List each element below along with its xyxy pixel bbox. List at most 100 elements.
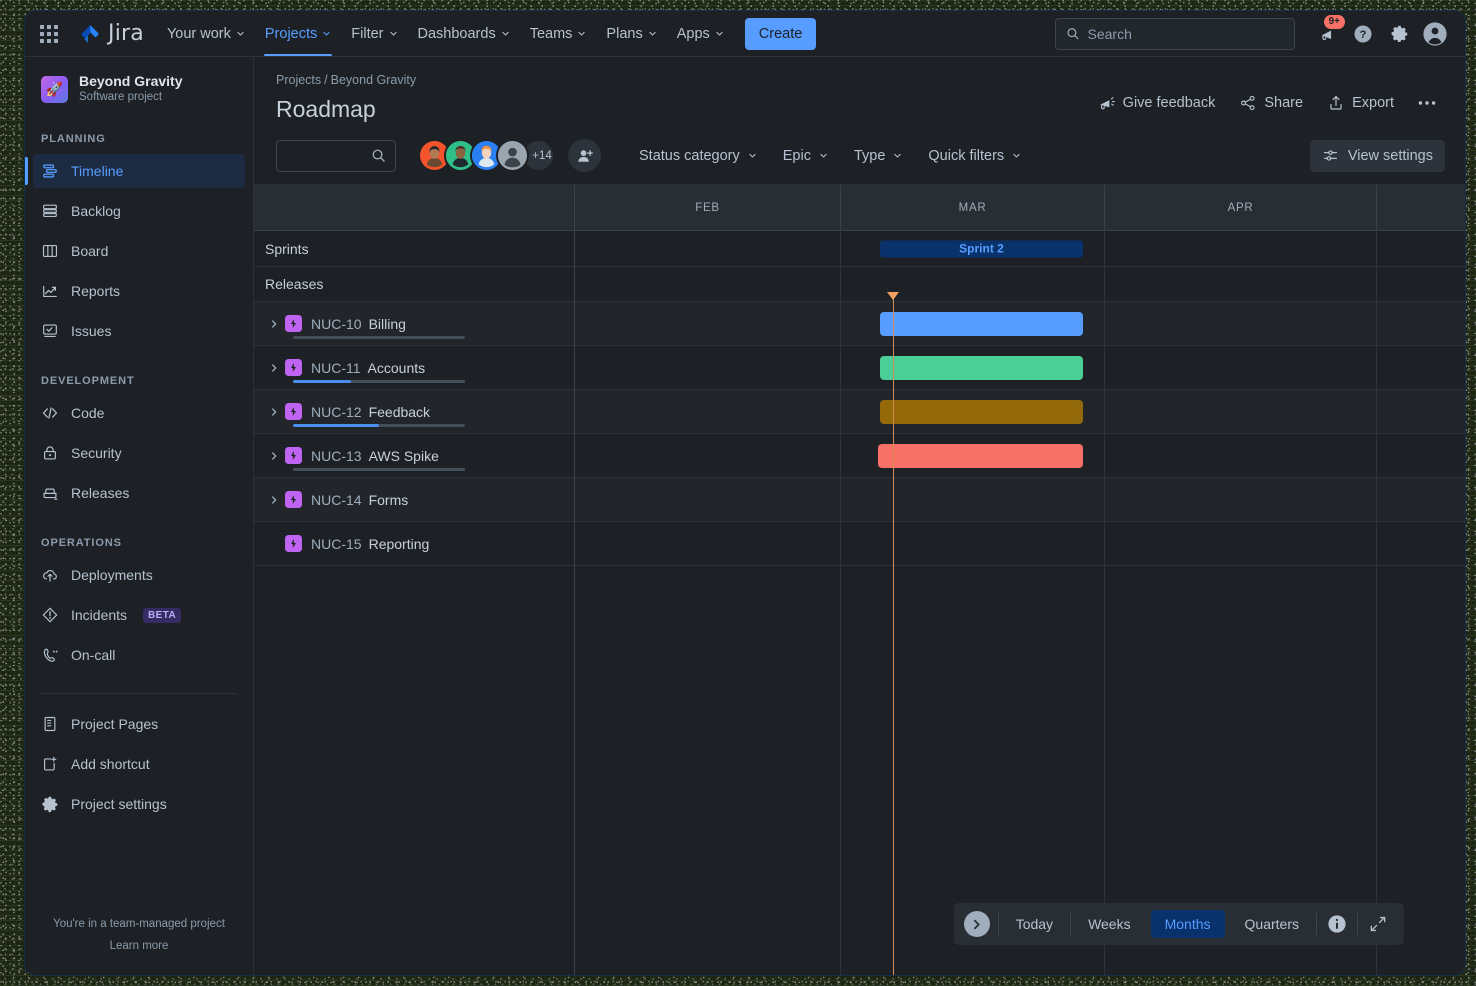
timeline-bar[interactable] [880, 400, 1083, 424]
timeline-bar[interactable] [880, 356, 1083, 380]
epic-row-track [575, 434, 1465, 477]
project-header[interactable]: 🚀 Beyond Gravity Software project [25, 71, 253, 105]
view-settings-button[interactable]: View settings [1310, 140, 1445, 172]
sidebar-item-project-settings[interactable]: Project settings [33, 787, 245, 821]
filter-quick-filters-label: Quick filters [928, 148, 1004, 164]
board-icon [41, 242, 59, 260]
sprint-bar[interactable]: Sprint 2 [880, 240, 1083, 257]
deployments-icon [41, 566, 59, 584]
settings-button[interactable] [1383, 18, 1415, 50]
fullscreen-button[interactable] [1365, 911, 1391, 937]
sidebar-item-backlog[interactable]: Backlog [33, 194, 245, 228]
timeline-header-left [254, 185, 575, 230]
epic-summary[interactable]: Accounts [368, 360, 426, 376]
global-navigation: Jira Your work Projects Filter Dashboard… [25, 11, 1465, 57]
zoom-quarters-button[interactable]: Quarters [1231, 910, 1313, 938]
sidebar-item-timeline[interactable]: Timeline [33, 154, 245, 188]
sidebar-item-add-shortcut[interactable]: Add shortcut [33, 747, 245, 781]
breadcrumb: Projects / Beyond Gravity [276, 73, 1445, 87]
sidebar-item-incidents[interactable]: Incidents BETA [33, 598, 245, 632]
chevron-down-icon [748, 151, 757, 160]
timeline-bar[interactable] [880, 312, 1083, 336]
nav-filter[interactable]: Filter [342, 11, 406, 56]
epic-summary[interactable]: Forms [369, 492, 409, 508]
sidebar-item-issues[interactable]: Issues [33, 314, 245, 348]
filter-quick-filters[interactable]: Quick filters [918, 140, 1031, 172]
nav-plans[interactable]: Plans [597, 11, 665, 56]
timeline-search[interactable] [276, 140, 396, 172]
app-switcher-button[interactable] [33, 18, 65, 50]
expand-toggle[interactable] [265, 403, 283, 421]
zoom-weeks-button[interactable]: Weeks [1074, 910, 1145, 938]
epic-key[interactable]: NUC-15 [311, 536, 362, 552]
epic-row-label-cell: NUC-13 AWS Spike [254, 434, 575, 477]
today-button[interactable]: Today [1002, 910, 1067, 938]
give-feedback-button[interactable]: Give feedback [1088, 87, 1225, 119]
chevron-right-icon [269, 363, 279, 373]
search-icon [371, 148, 386, 163]
sidebar-section-operations: Deployments Incidents BETA [25, 555, 253, 675]
breadcrumb-project[interactable]: Beyond Gravity [331, 73, 416, 87]
sidebar-item-project-pages[interactable]: Project Pages [33, 707, 245, 741]
more-actions-button[interactable] [1409, 87, 1445, 119]
expand-toggle[interactable] [265, 447, 283, 465]
epic-summary[interactable]: Reporting [369, 536, 430, 552]
epic-progress-bar [293, 468, 465, 472]
sidebar-item-security[interactable]: Security [33, 436, 245, 470]
filter-epic[interactable]: Epic [773, 140, 838, 172]
info-button[interactable] [1324, 911, 1350, 937]
primary-nav: Your work Projects Filter Dashboards Tea… [158, 11, 733, 56]
jira-home-link[interactable]: Jira [79, 21, 144, 46]
collapse-panel-button[interactable] [964, 911, 990, 937]
profile-avatar-button[interactable] [1419, 18, 1451, 50]
add-people-button[interactable] [568, 139, 601, 172]
sidebar-item-oncall[interactable]: On-call [33, 638, 245, 672]
nav-teams[interactable]: Teams [521, 11, 596, 56]
epic-summary[interactable]: AWS Spike [369, 448, 439, 464]
nav-projects[interactable]: Projects [256, 11, 340, 56]
sidebar-item-code[interactable]: Code [33, 396, 245, 430]
share-button[interactable]: Share [1230, 87, 1312, 119]
learn-more-link[interactable]: Learn more [41, 935, 237, 957]
nav-apps[interactable]: Apps [668, 11, 733, 56]
export-button[interactable]: Export [1318, 87, 1403, 119]
sidebar-item-oncall-label: On-call [71, 647, 115, 663]
releases-icon [41, 484, 59, 502]
expand-toggle[interactable] [265, 315, 283, 333]
global-search[interactable] [1055, 18, 1295, 50]
global-search-input[interactable] [1088, 26, 1284, 42]
chevron-right-icon [269, 451, 279, 461]
epic-key[interactable]: NUC-13 [311, 448, 362, 464]
epic-key[interactable]: NUC-12 [311, 404, 362, 420]
epic-key[interactable]: NUC-10 [311, 316, 362, 332]
timeline-bar[interactable] [878, 444, 1083, 468]
sidebar-item-board[interactable]: Board [33, 234, 245, 268]
breadcrumb-projects[interactable]: Projects [276, 73, 321, 87]
expand-toggle[interactable] [265, 359, 283, 377]
sidebar-item-deployments[interactable]: Deployments [33, 558, 245, 592]
epic-row-label-cell: NUC-15 Reporting [254, 522, 575, 565]
chevron-down-icon [389, 29, 398, 38]
give-feedback-label: Give feedback [1123, 95, 1216, 111]
filter-status-category[interactable]: Status category [629, 140, 767, 172]
expand-toggle[interactable] [265, 491, 283, 509]
create-button[interactable]: Create [745, 18, 817, 50]
sidebar-item-add-shortcut-label: Add shortcut [71, 756, 150, 772]
epic-key[interactable]: NUC-14 [311, 492, 362, 508]
zoom-months-button[interactable]: Months [1151, 910, 1225, 938]
epic-summary[interactable]: Feedback [369, 404, 430, 420]
filter-status-category-label: Status category [639, 148, 740, 164]
notifications-button[interactable]: 9+ [1311, 18, 1343, 50]
nav-dashboards[interactable]: Dashboards [409, 11, 519, 56]
filter-type[interactable]: Type [844, 140, 912, 172]
avatar-icon [498, 141, 527, 170]
sidebar-item-releases[interactable]: Releases [33, 476, 245, 510]
epic-summary[interactable]: Billing [369, 316, 406, 332]
timeline-month-headers: FEB MAR APR [575, 185, 1465, 230]
help-button[interactable]: ? [1347, 18, 1379, 50]
view-settings-label: View settings [1348, 148, 1433, 164]
avatar[interactable] [496, 139, 529, 172]
nav-your-work[interactable]: Your work [158, 11, 254, 56]
epic-key[interactable]: NUC-11 [311, 360, 361, 376]
sidebar-item-reports[interactable]: Reports [33, 274, 245, 308]
